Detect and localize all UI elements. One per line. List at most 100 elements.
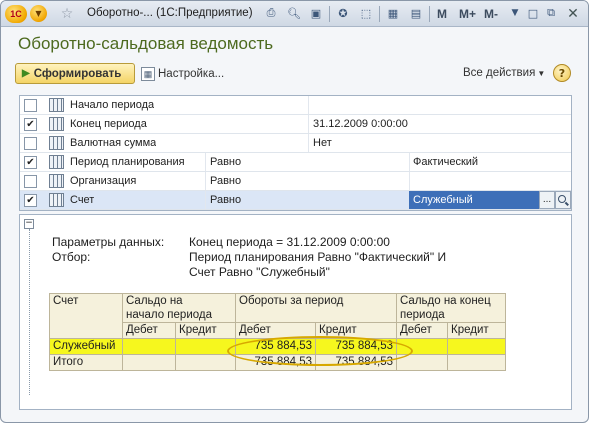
settings-row-name: Начало периода xyxy=(70,99,155,111)
settings-grid-icon: ▦ xyxy=(141,67,155,81)
settings-button-label: Настройка... xyxy=(158,68,225,80)
header-opening: Сальдо на начало периода xyxy=(122,293,236,323)
header-credit: Кредит xyxy=(315,322,397,339)
report-output[interactable]: − Параметры данных: Конец периода = 31.1… xyxy=(19,214,572,410)
settings-checkbox[interactable] xyxy=(24,175,37,188)
params-label: Параметры данных: xyxy=(52,235,165,249)
calculator-icon[interactable]: ▦ xyxy=(385,5,401,21)
settings-row-name: Организация xyxy=(70,175,137,187)
settings-row-account[interactable]: ✔ Счет Равно Служебный ... xyxy=(20,191,571,210)
help-button[interactable]: ? xyxy=(553,64,571,82)
app-window: 1С ▼ ☆ Оборотно-... (1С:Предприятие) ⎙ 🔍… xyxy=(0,0,589,423)
settings-row-period-end[interactable]: ✔ Конец периода 31.12.2009 0:00:00 xyxy=(20,115,571,134)
cell-turn-debit[interactable]: 735 884,53 xyxy=(235,338,316,355)
settings-row-condition[interactable]: Равно xyxy=(210,172,241,190)
filter-label: Отбор: xyxy=(52,250,91,264)
cell-account: Итого xyxy=(49,354,123,371)
settings-row-name: Валютная сумма xyxy=(70,137,157,149)
search-button[interactable] xyxy=(555,191,571,209)
settings-row-period-start[interactable]: Начало периода xyxy=(20,96,571,115)
filter-line-1: Период планирования Равно "Фактический" … xyxy=(189,250,447,264)
settings-button[interactable]: ▦ Настройка... xyxy=(141,65,224,83)
maximize-icon[interactable]: □ xyxy=(525,5,541,21)
table-header-row: Счет Сальдо на начало периода Обороты за … xyxy=(49,293,506,339)
header-credit: Кредит xyxy=(447,322,506,339)
turnover-balance-table: Счет Сальдо на начало периода Обороты за … xyxy=(49,293,506,371)
cell-turn-debit: 735 884,53 xyxy=(235,354,316,371)
settings-row-value[interactable]: Нет xyxy=(313,134,332,152)
cell-open-debit xyxy=(122,354,176,371)
header-credit: Кредит xyxy=(175,322,236,339)
header-closing: Сальдо на конец периода xyxy=(396,293,506,323)
settings-checkbox[interactable] xyxy=(24,137,37,150)
table-total-row: Итого 735 884,53 735 884,53 xyxy=(49,354,506,371)
cell-open-debit xyxy=(122,338,176,355)
table-row[interactable]: Служебный 735 884,53 735 884,53 xyxy=(49,338,506,355)
select-ellipsis-button[interactable]: ... xyxy=(539,191,555,209)
link-icon[interactable]: ⬚ xyxy=(358,5,374,21)
page-title: Оборотно-сальдовая ведомость xyxy=(18,34,274,53)
settings-row-currency[interactable]: Валютная сумма Нет xyxy=(20,134,571,153)
settings-row-condition[interactable]: Равно xyxy=(210,191,241,209)
header-debit: Дебет xyxy=(396,322,448,339)
field-icon xyxy=(49,193,64,207)
settings-checkbox[interactable]: ✔ xyxy=(24,156,37,169)
header-debit: Дебет xyxy=(122,322,176,339)
title-bar: 1С ▼ ☆ Оборотно-... (1С:Предприятие) ⎙ 🔍… xyxy=(1,1,588,27)
play-icon: ▶ xyxy=(22,68,30,79)
settings-checkbox[interactable]: ✔ xyxy=(24,118,37,131)
memory-minus-button[interactable]: M- xyxy=(484,5,498,23)
settings-row-organization[interactable]: Организация Равно xyxy=(20,172,571,191)
cell-open-credit xyxy=(175,354,236,371)
cell-turn-credit: 735 884,53 xyxy=(315,354,397,371)
field-icon xyxy=(49,174,64,188)
settings-row-name: Конец периода xyxy=(70,118,147,130)
cell-close-credit xyxy=(447,338,506,355)
account-value-input[interactable]: Служебный xyxy=(409,191,539,209)
window-title: Оборотно-... (1С:Предприятие) xyxy=(87,7,253,19)
settings-row-name: Период планирования xyxy=(70,156,185,168)
save-icon[interactable]: ▣ xyxy=(308,5,324,21)
report-settings-grid: Начало периода ✔ Конец периода 31.12.200… xyxy=(19,95,572,211)
print-icon[interactable]: ⎙ xyxy=(263,5,279,21)
cell-account[interactable]: Служебный xyxy=(49,338,123,355)
preview-icon[interactable]: 🔍︎ xyxy=(286,5,302,21)
cell-close-debit xyxy=(396,354,448,371)
settings-row-name: Счет xyxy=(70,194,95,206)
memory-plus-button[interactable]: M+ xyxy=(459,5,476,23)
add-favorite-icon[interactable]: ✪ xyxy=(335,5,351,21)
main-menu-dropdown-icon[interactable]: ▼ xyxy=(30,5,47,22)
all-actions-label: Все действия xyxy=(463,67,536,79)
app-logo-icon[interactable]: 1С xyxy=(5,5,27,23)
memory-m-button[interactable]: M xyxy=(437,5,447,23)
favorites-star-icon[interactable]: ☆ xyxy=(59,5,75,23)
form-toolbar: ▶ Сформировать ▦ Настройка... Все действ… xyxy=(15,63,575,85)
field-icon xyxy=(49,155,64,169)
filter-line-2: Счет Равно "Служебный" xyxy=(189,265,330,279)
cell-open-credit xyxy=(175,338,236,355)
settings-checkbox[interactable] xyxy=(24,99,37,112)
cell-close-credit xyxy=(447,354,506,371)
chevron-down-icon: ▼ xyxy=(537,69,546,78)
generate-button[interactable]: ▶ Сформировать xyxy=(15,63,135,84)
field-icon xyxy=(49,136,64,150)
settings-row-value[interactable]: Фактический xyxy=(413,153,478,171)
header-account: Счет xyxy=(49,293,123,339)
params-value: Конец периода = 31.12.2009 0:00:00 xyxy=(189,235,390,249)
all-actions-menu[interactable]: Все действия ▼ xyxy=(463,67,545,79)
generate-button-label: Сформировать xyxy=(33,67,122,80)
settings-row-condition[interactable]: Равно xyxy=(210,153,241,171)
dropdown-arrow-icon[interactable]: ▼ xyxy=(507,5,523,21)
collapse-toggle-icon[interactable]: − xyxy=(24,219,34,229)
cell-close-debit xyxy=(396,338,448,355)
calendar-icon[interactable]: ▤ xyxy=(408,5,424,21)
search-icon xyxy=(558,195,566,203)
settings-row-value[interactable]: 31.12.2009 0:00:00 xyxy=(313,115,408,133)
close-icon[interactable]: ✕ xyxy=(565,5,581,23)
restore-icon[interactable]: ⧉ xyxy=(543,5,559,21)
settings-checkbox[interactable]: ✔ xyxy=(24,194,37,207)
settings-row-planning-period[interactable]: ✔ Период планирования Равно Фактический xyxy=(20,153,571,172)
cell-turn-credit[interactable]: 735 884,53 xyxy=(315,338,397,355)
field-icon xyxy=(49,117,64,131)
field-icon xyxy=(49,98,64,112)
